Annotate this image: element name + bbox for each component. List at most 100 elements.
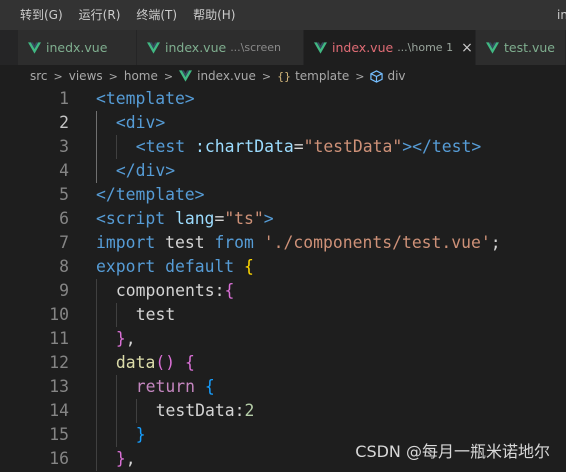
code-text: <test :chartData="testData"></test> xyxy=(136,135,481,159)
indent-guide xyxy=(96,447,97,471)
code-line[interactable]: 8 export default { xyxy=(0,255,566,279)
code-token: export xyxy=(96,257,156,276)
code-token: } xyxy=(115,329,126,348)
menu-help[interactable]: 帮助(H) xyxy=(185,0,243,30)
indent-guide xyxy=(96,303,97,327)
code-token: </template> xyxy=(96,185,205,204)
code-line[interactable]: 11}, xyxy=(0,327,566,351)
code-text: return { xyxy=(136,375,215,399)
code-line[interactable]: 12 data() { xyxy=(0,351,566,375)
vue-file-icon xyxy=(179,70,193,82)
line-number: 2 xyxy=(59,113,69,132)
vue-file-icon xyxy=(28,41,41,54)
code-line[interactable]: 13 return { xyxy=(0,375,566,399)
indent-guide xyxy=(96,375,97,399)
indent-guide xyxy=(96,351,97,375)
code-text: <template> xyxy=(96,87,195,111)
code-line[interactable]: 7 import test from './components/test.vue… xyxy=(0,231,566,255)
tab-inedx-vue[interactable]: inedx.vue xyxy=(18,30,137,65)
code-token: from xyxy=(214,233,254,252)
indent-guide xyxy=(135,399,137,423)
code-line[interactable]: 1 <template> xyxy=(0,87,566,111)
code-token: { xyxy=(224,281,235,300)
code-token: test xyxy=(155,233,215,252)
breadcrumb-template[interactable]: {} template xyxy=(277,69,349,83)
line-number: 8 xyxy=(59,257,69,276)
breadcrumb-div-label: div xyxy=(387,69,406,83)
code-text: <div> xyxy=(116,111,165,135)
indent-guide xyxy=(96,159,97,183)
code-line[interactable]: 10 test xyxy=(0,303,566,327)
code-text: test xyxy=(136,303,175,327)
code-text: } xyxy=(136,423,146,447)
indent-guide xyxy=(96,423,97,447)
code-token: , xyxy=(125,449,136,468)
code-line[interactable]: 2 <div> xyxy=(0,111,566,135)
indent-guide xyxy=(115,399,117,423)
code-editor[interactable]: 1 <template> 2 <div> 3 <test :chartData="test… xyxy=(0,87,566,472)
breadcrumb-views[interactable]: views xyxy=(69,69,103,83)
indent-guide xyxy=(96,327,97,351)
breadcrumb-src[interactable]: src xyxy=(30,69,48,83)
code-token: <script xyxy=(96,209,166,228)
code-token: import xyxy=(96,233,156,252)
chevron-right-icon: > xyxy=(355,69,365,83)
indent-guide xyxy=(96,111,97,135)
code-token: <template> xyxy=(96,89,195,108)
menu-run[interactable]: 运行(R) xyxy=(71,0,129,30)
indent-guide xyxy=(115,423,117,447)
indent-guide xyxy=(115,303,117,327)
code-text: </template> xyxy=(96,183,205,207)
tab-test-vue[interactable]: test.vue xyxy=(476,30,566,65)
breadcrumb-home[interactable]: home xyxy=(124,69,158,83)
code-token: './components/test.vue' xyxy=(263,233,491,252)
code-line[interactable]: 4 </div> xyxy=(0,159,566,183)
line-number: 13 xyxy=(49,377,69,396)
menu-bar: 转到(G) 运行(R) 终端(T) 帮助(H) in xyxy=(0,0,566,30)
breadcrumb-div[interactable]: div xyxy=(370,69,406,83)
code-token: ; xyxy=(490,233,501,252)
code-line[interactable]: 5 </template> xyxy=(0,183,566,207)
code-token: "ts" xyxy=(224,209,264,228)
line-number: 16 xyxy=(49,449,69,468)
code-text: components:{ xyxy=(116,279,234,303)
code-text: </div> xyxy=(116,159,175,183)
breadcrumb-file[interactable]: index.vue xyxy=(179,69,256,83)
line-number: 15 xyxy=(49,425,69,444)
code-token: { xyxy=(185,353,195,372)
tab-label: inedx.vue xyxy=(46,40,108,55)
chevron-right-icon: > xyxy=(261,69,272,83)
indent-guide xyxy=(96,135,97,159)
tab-bar: inedx.vue index.vue ...\screen index.vue… xyxy=(0,30,566,65)
menu-go[interactable]: 转到(G) xyxy=(0,0,71,30)
indent-guide xyxy=(115,135,117,159)
code-token: 2 xyxy=(244,401,255,420)
code-line[interactable]: 3 <test :chartData="testData"></test> xyxy=(0,135,566,159)
line-number: 7 xyxy=(59,233,69,252)
breadcrumb-file-label: index.vue xyxy=(197,69,256,83)
tab-index-vue-home[interactable]: index.vue ...\home 1 × xyxy=(304,30,476,65)
code-token: </div> xyxy=(115,161,176,180)
tab-path: ...\screen xyxy=(230,41,281,54)
chevron-right-icon: > xyxy=(108,69,118,83)
menu-terminal[interactable]: 终端(T) xyxy=(128,0,185,30)
code-line[interactable]: 6 <script lang="ts"> xyxy=(0,207,566,231)
vue-file-icon xyxy=(314,41,327,54)
code-text: export default { xyxy=(96,255,254,279)
code-line[interactable]: 14 testData:2 xyxy=(0,399,566,423)
breadcrumb-template-label: template xyxy=(295,69,350,83)
line-number: 9 xyxy=(59,281,69,300)
tab-index-vue-screen[interactable]: index.vue ...\screen xyxy=(137,30,304,65)
code-text: testData:2 xyxy=(156,399,255,423)
line-number: 4 xyxy=(59,161,69,180)
code-token: = xyxy=(214,209,225,228)
close-icon[interactable]: × xyxy=(461,40,473,56)
line-number: 11 xyxy=(49,329,69,348)
code-line[interactable]: 9 components:{ xyxy=(0,279,566,303)
code-token: lang xyxy=(174,209,215,228)
